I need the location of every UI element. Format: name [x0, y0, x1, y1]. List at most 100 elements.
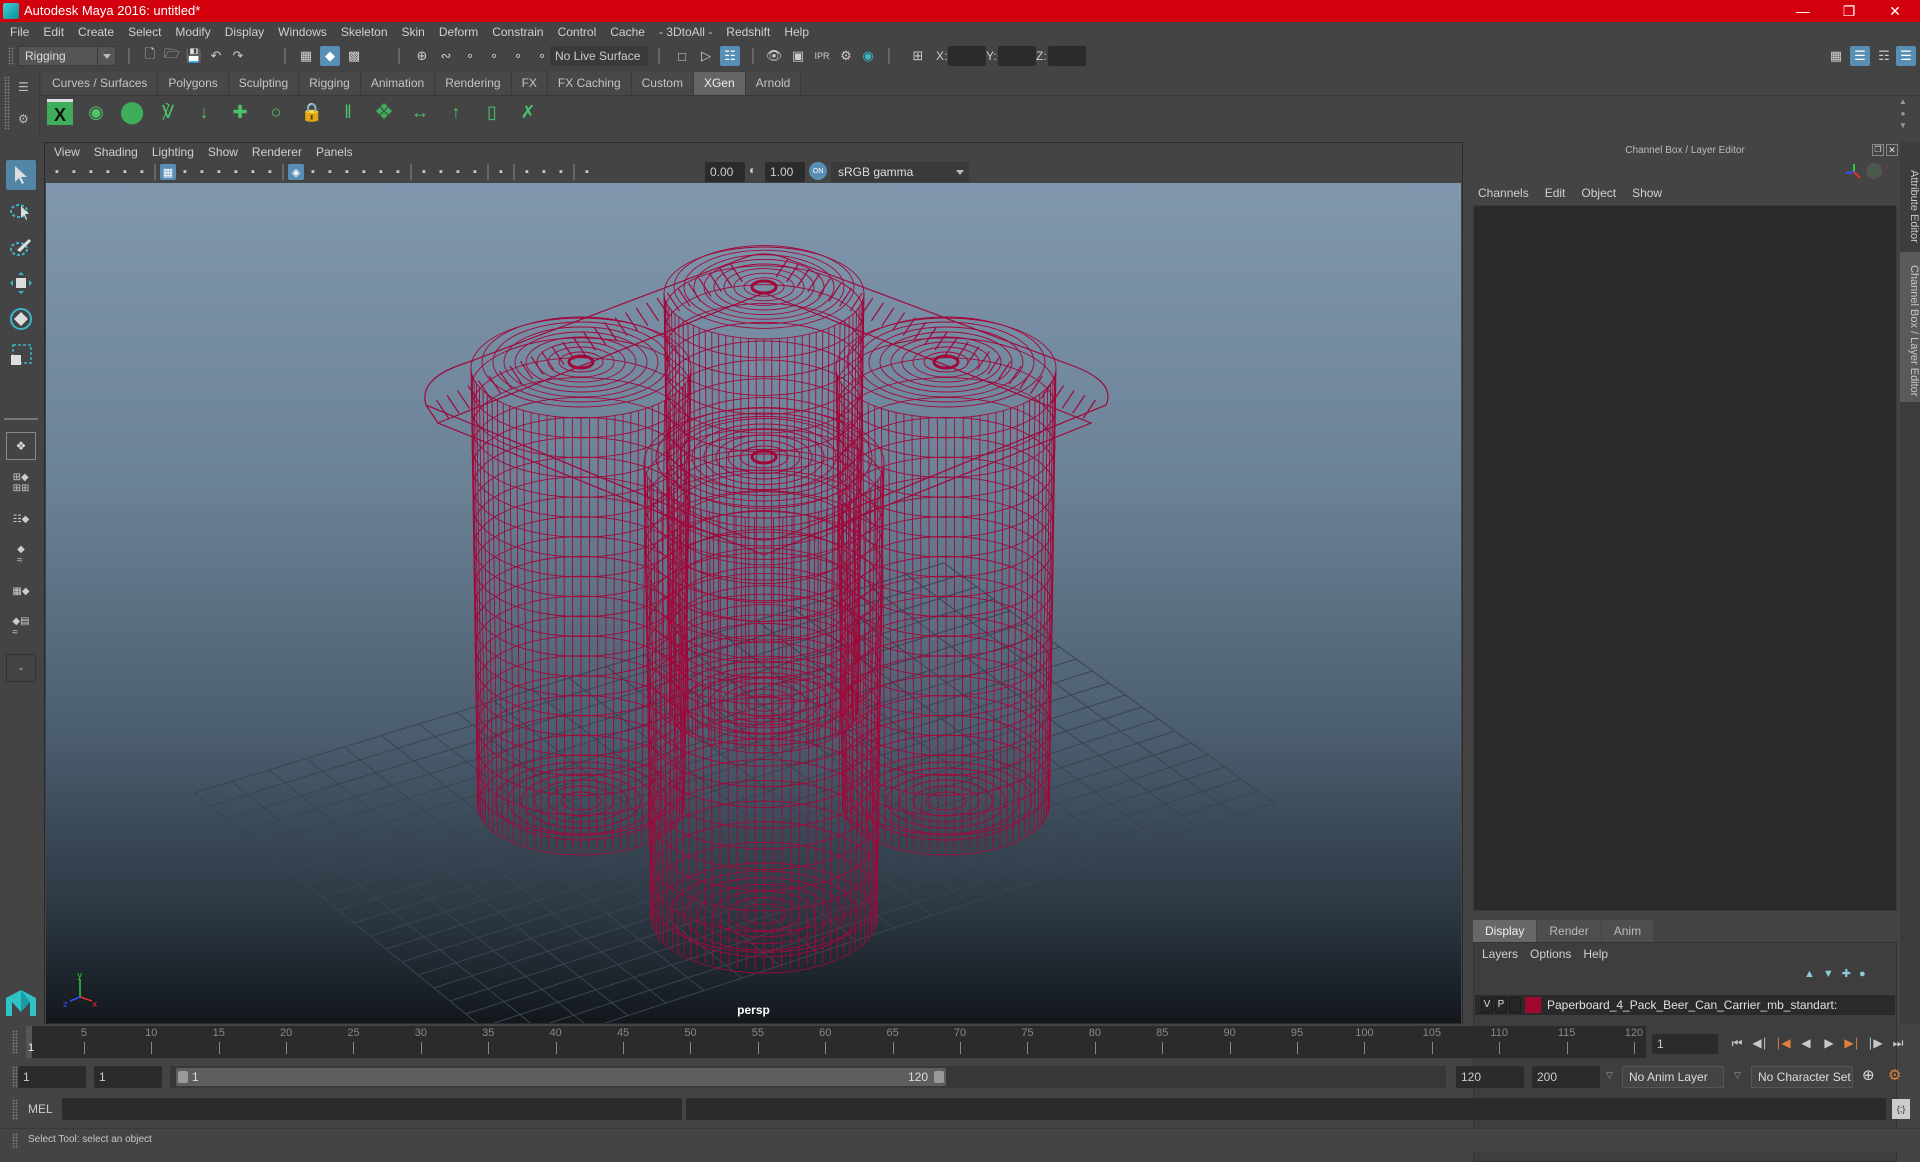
layer-menu-help[interactable]: Help: [1577, 943, 1614, 965]
attribute-editor-toggle-icon[interactable]: ☰: [1850, 46, 1870, 66]
anti-aliasing-icon[interactable]: ▪: [450, 164, 466, 180]
step-back-key-icon[interactable]: ∣◀: [1774, 1034, 1792, 1052]
3d-viewport[interactable]: persp yxz: [46, 183, 1461, 1023]
render-frame-icon[interactable]: ▣: [788, 46, 808, 66]
menu-3dtoall[interactable]: - 3DtoAll -: [652, 22, 719, 43]
depth-of-field-icon[interactable]: ▪: [467, 164, 483, 180]
grooming-icon[interactable]: ❖: [368, 96, 400, 128]
create-guides-icon[interactable]: ℣: [152, 96, 184, 128]
layer-tab-anim[interactable]: Anim: [1602, 920, 1653, 942]
hypershade-persp-layout-icon[interactable]: ▦◆: [6, 576, 36, 606]
playback-start-field[interactable]: 1: [94, 1066, 162, 1088]
menu-file[interactable]: File: [3, 22, 36, 43]
play-forwards-icon[interactable]: ▶: [1820, 1034, 1838, 1052]
select-hierarchy-icon[interactable]: ▦: [296, 46, 316, 66]
film-gate-icon[interactable]: ▪: [177, 164, 193, 180]
step-forward-frame-icon[interactable]: ∣▶: [1866, 1034, 1884, 1052]
step-forward-key-icon[interactable]: ▶∣: [1843, 1034, 1861, 1052]
delete-guides-icon[interactable]: ✗: [512, 96, 544, 128]
scale-tool-icon[interactable]: [6, 340, 36, 370]
help-line-grip[interactable]: [12, 1133, 18, 1149]
2d-pan-zoom-icon[interactable]: ▪: [117, 164, 133, 180]
layer-display-type-toggle[interactable]: [1509, 997, 1521, 1013]
snap-view-plane-icon[interactable]: ∘: [484, 46, 504, 66]
select-camera-icon[interactable]: ▪: [49, 164, 65, 180]
ipr-render-icon[interactable]: IPR: [812, 46, 832, 66]
four-view-layout-icon[interactable]: ⊞◆⊞⊞: [6, 468, 36, 498]
range-start-handle[interactable]: [178, 1071, 188, 1083]
shelf-tab-sculpting[interactable]: Sculpting: [229, 72, 299, 95]
color-management-toggle-icon[interactable]: ON: [809, 162, 827, 180]
gamma-icon[interactable]: ◐: [749, 163, 756, 177]
menu-cache[interactable]: Cache: [603, 22, 652, 43]
transform-mode-icon[interactable]: ⊞: [908, 46, 928, 66]
speed-toggle-icon[interactable]: [1866, 163, 1882, 179]
shelf-settings-gear-icon[interactable]: ⚙: [18, 112, 29, 126]
toggle-preview-icon[interactable]: ⬤: [116, 96, 148, 128]
camera-attributes-icon[interactable]: ▪: [66, 164, 82, 180]
restore-button[interactable]: ❐: [1826, 0, 1872, 22]
add-guide-icon[interactable]: ✚: [224, 96, 256, 128]
lasso-tool-icon[interactable]: [6, 196, 36, 226]
channel-box-menu-channels[interactable]: Channels: [1470, 182, 1537, 204]
gamma-field[interactable]: 1.00: [765, 162, 805, 182]
panel-menu-renderer[interactable]: Renderer: [245, 143, 309, 161]
channel-box-body[interactable]: [1473, 205, 1897, 911]
shelf-tab-curves-surfaces[interactable]: Curves / Surfaces: [42, 72, 158, 95]
new-layer-icon[interactable]: ✚: [1842, 968, 1859, 980]
command-line-grip[interactable]: [12, 1099, 18, 1121]
attribute-editor-tab[interactable]: Attribute Editor: [1900, 152, 1920, 252]
menu-help[interactable]: Help: [777, 22, 816, 43]
layer-color-swatch[interactable]: [1525, 997, 1541, 1013]
textured-icon[interactable]: ▪: [356, 164, 372, 180]
go-to-start-icon[interactable]: ⏮: [1728, 1034, 1746, 1052]
shadows-icon[interactable]: ▪: [390, 164, 406, 180]
grease-pencil-icon[interactable]: ▪: [134, 164, 150, 180]
render-settings-icon[interactable]: ⚙: [836, 46, 856, 66]
select-component-icon[interactable]: ▩: [344, 46, 364, 66]
layer-tab-display[interactable]: Display: [1473, 920, 1536, 942]
layer-menu-options[interactable]: Options: [1524, 943, 1577, 965]
y-field[interactable]: [998, 46, 1036, 66]
redo-icon[interactable]: ↷: [228, 46, 248, 66]
shelf-tab-polygons[interactable]: Polygons: [158, 72, 228, 95]
manipulator-axis-icon[interactable]: [1844, 162, 1862, 180]
safe-title-icon[interactable]: ▪: [262, 164, 278, 180]
wireframe-icon[interactable]: ◈: [288, 164, 304, 180]
panel-menu-view[interactable]: View: [47, 143, 87, 161]
layer-visibility-toggle[interactable]: V: [1481, 997, 1493, 1013]
anim-layer-dropdown[interactable]: No Anim Layer: [1622, 1066, 1724, 1088]
channel-box-tab[interactable]: Channel Box / Layer Editor: [1900, 252, 1920, 402]
safe-action-icon[interactable]: ▪: [245, 164, 261, 180]
field-chart-icon[interactable]: ▪: [228, 164, 244, 180]
input-ops-icon[interactable]: □: [672, 46, 692, 66]
channel-box-toggle-icon[interactable]: ☰: [1896, 46, 1916, 66]
exposure-field[interactable]: 0.00: [705, 162, 745, 182]
motion-blur-icon[interactable]: ▪: [433, 164, 449, 180]
save-scene-icon[interactable]: 💾: [184, 46, 204, 66]
menuset-dropdown[interactable]: Rigging: [18, 46, 116, 66]
xgen-window-icon[interactable]: X: [44, 96, 76, 128]
screen-space-ao-icon[interactable]: ▪: [416, 164, 432, 180]
persp-outliner-graph-layout-icon[interactable]: ◆▤≈: [6, 612, 36, 642]
range-slider-handle[interactable]: 1 120: [176, 1068, 946, 1086]
modeling-toolkit-icon[interactable]: ▦: [1826, 46, 1846, 66]
guide-length-icon[interactable]: ↔: [404, 96, 436, 128]
shelf-tab-rigging[interactable]: Rigging: [299, 72, 361, 95]
timeline-grip[interactable]: [12, 1030, 18, 1054]
xray-icon[interactable]: ▪: [519, 164, 535, 180]
float-panel-icon[interactable]: ❐: [1872, 144, 1884, 156]
shelf-tab-arnold[interactable]: Arnold: [746, 72, 802, 95]
shelf-tab-fx[interactable]: FX: [512, 72, 548, 95]
tool-settings-toggle-icon[interactable]: ☶: [1874, 46, 1894, 66]
z-field[interactable]: [1048, 46, 1086, 66]
play-backwards-icon[interactable]: ◀: [1797, 1034, 1815, 1052]
close-panel-icon[interactable]: ✕: [1886, 144, 1898, 156]
single-perspective-layout-icon[interactable]: ❖: [6, 432, 36, 460]
anim-layer-dropdown-arrow-icon[interactable]: ▽: [1606, 1070, 1613, 1081]
guide-cv-icon[interactable]: ▯: [476, 96, 508, 128]
go-to-end-icon[interactable]: ⏭: [1889, 1034, 1907, 1052]
channel-box-menu-object[interactable]: Object: [1573, 182, 1624, 204]
lock-guide-icon[interactable]: 🔒: [296, 96, 328, 128]
isolate-select-icon[interactable]: ▪: [493, 164, 509, 180]
